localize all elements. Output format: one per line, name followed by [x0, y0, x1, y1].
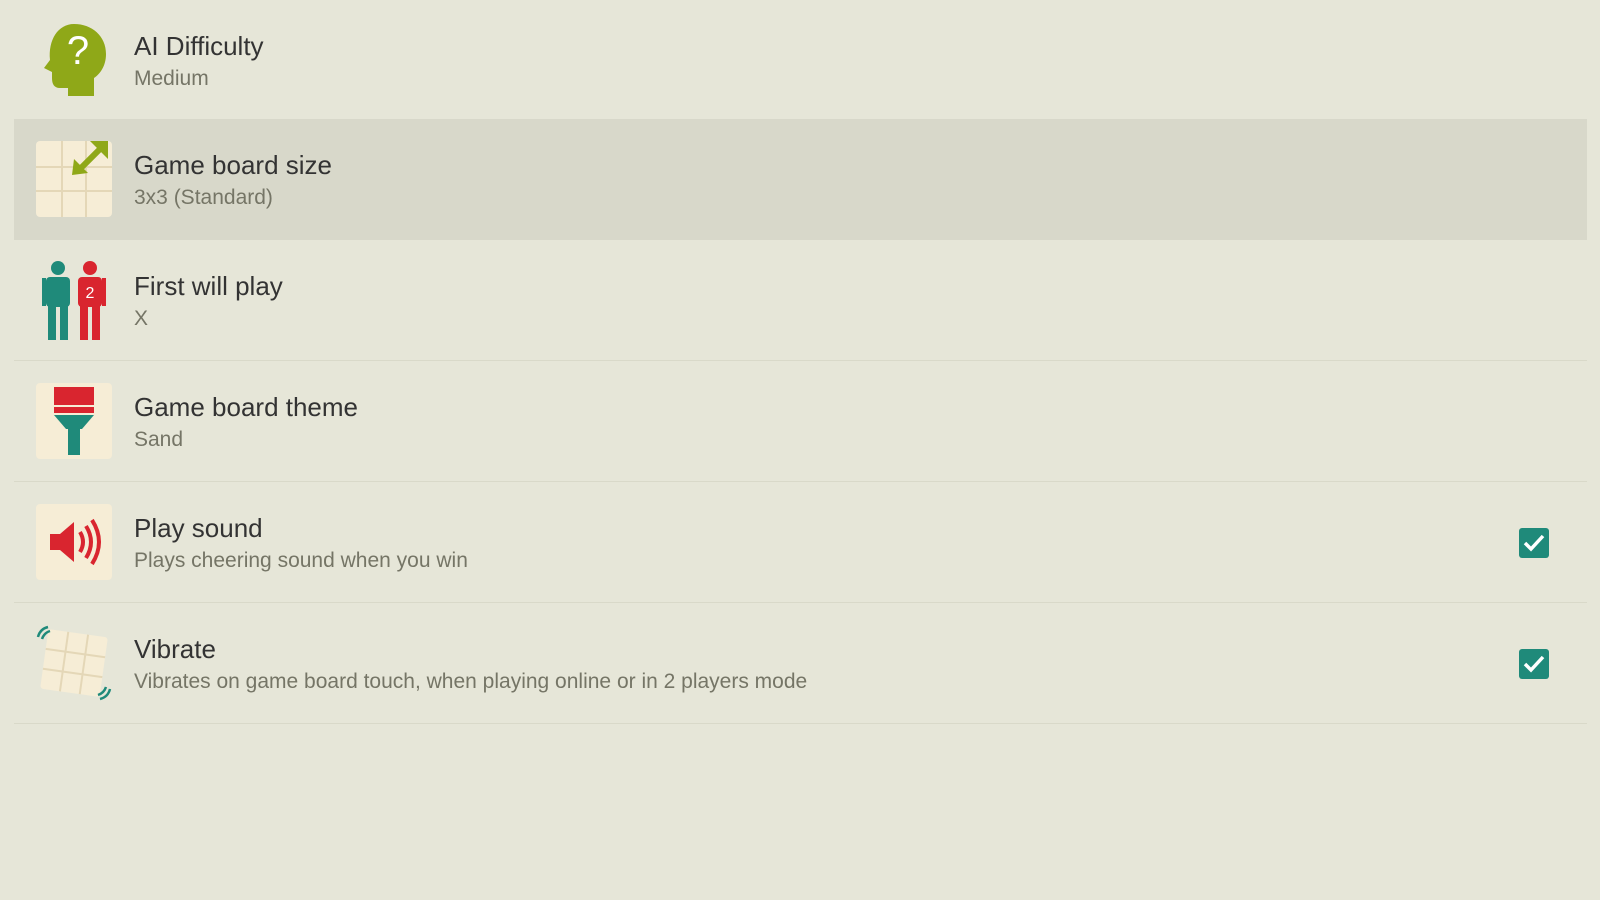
setting-board-theme[interactable]: Game board theme Sand	[14, 361, 1587, 482]
setting-summary: X	[134, 307, 149, 330]
setting-title: Game board theme	[134, 392, 359, 422]
setting-play-sound[interactable]: Play sound Plays cheering sound when you…	[14, 482, 1587, 603]
vibrate-board-icon	[34, 623, 114, 703]
board-resize-icon	[34, 139, 114, 219]
setting-title: First will play	[134, 271, 283, 301]
setting-title: Play sound	[134, 513, 263, 543]
setting-title: Game board size	[134, 150, 332, 180]
setting-summary: Vibrates on game board touch, when playi…	[134, 670, 808, 693]
paint-brush-icon	[34, 381, 114, 461]
two-players-icon: 2	[34, 260, 114, 340]
setting-summary: Medium	[134, 67, 209, 90]
setting-first-player[interactable]: 2 First will play X	[14, 240, 1587, 361]
setting-title: AI Difficulty	[134, 31, 264, 61]
checkmark-icon	[1523, 534, 1545, 552]
setting-ai-difficulty[interactable]: ? AI Difficulty Medium	[14, 0, 1587, 119]
setting-board-size[interactable]: Game board size 3x3 (Standard)	[14, 119, 1587, 240]
svg-text:2: 2	[86, 285, 95, 302]
head-question-icon: ?	[34, 20, 114, 100]
svg-text:?: ?	[67, 29, 89, 73]
setting-summary: 3x3 (Standard)	[134, 186, 273, 209]
setting-summary: Sand	[134, 428, 184, 451]
vibrate-checkbox[interactable]	[1519, 649, 1549, 679]
setting-summary: Plays cheering sound when you win	[134, 549, 468, 572]
settings-list: ? AI Difficulty Medium Game board size 3…	[14, 0, 1587, 724]
checkmark-icon	[1523, 655, 1545, 673]
setting-vibrate[interactable]: Vibrate Vibrates on game board touch, wh…	[14, 603, 1587, 724]
play-sound-checkbox[interactable]	[1519, 528, 1549, 558]
speaker-icon	[34, 502, 114, 582]
setting-title: Vibrate	[134, 634, 216, 664]
